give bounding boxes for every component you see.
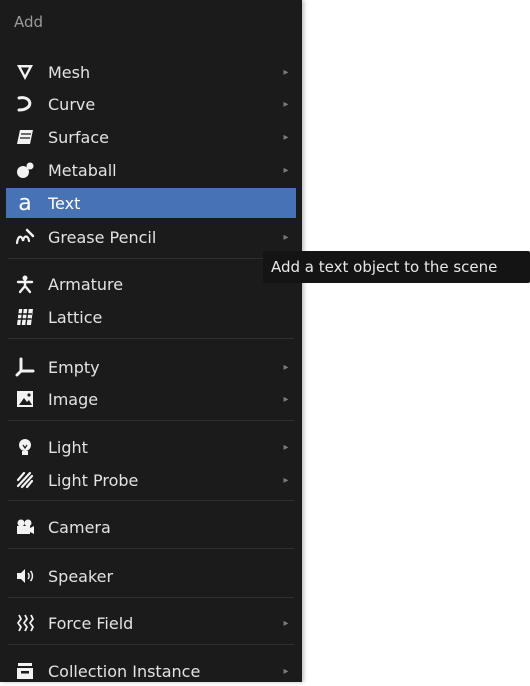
metaball-icon: [12, 157, 38, 183]
menu-item-label: Text: [48, 193, 81, 213]
submenu-arrow-icon: ▸: [283, 231, 289, 243]
menu-item-mesh[interactable]: Mesh ▸: [6, 57, 296, 87]
submenu-arrow-icon: ▸: [283, 66, 289, 78]
image-icon: [12, 386, 38, 412]
menu-item-label: Empty: [48, 357, 100, 377]
menu-item-label: Camera: [48, 517, 111, 537]
separator: [8, 548, 294, 549]
menu-item-label: Force Field: [48, 613, 134, 633]
menu-item-image[interactable]: Image ▸: [6, 384, 296, 414]
surface-icon: [12, 124, 38, 150]
light-icon: [12, 434, 38, 460]
menu-item-label: Collection Instance: [48, 661, 201, 681]
submenu-arrow-icon: ▸: [283, 441, 289, 453]
menu-item-armature[interactable]: Armature: [6, 269, 296, 299]
menu-item-text[interactable]: a Text: [6, 188, 296, 218]
menu-item-metaball[interactable]: Metaball ▸: [6, 155, 296, 185]
submenu-arrow-icon: ▸: [283, 131, 289, 143]
submenu-arrow-icon: ▸: [283, 617, 289, 629]
text-icon: a: [12, 190, 38, 216]
separator: [8, 338, 294, 339]
menu-item-light-probe[interactable]: Light Probe ▸: [6, 465, 296, 495]
menu-item-label: Grease Pencil: [48, 227, 157, 247]
menu-item-label: Lattice: [48, 307, 103, 327]
separator: [8, 420, 294, 421]
menu-item-speaker[interactable]: Speaker: [6, 561, 296, 591]
submenu-arrow-icon: ▸: [283, 665, 289, 677]
separator: [8, 500, 294, 501]
menu-item-label: Light: [48, 437, 88, 457]
submenu-arrow-icon: ▸: [283, 98, 289, 110]
menu-item-label: Speaker: [48, 566, 114, 586]
submenu-arrow-icon: ▸: [283, 164, 289, 176]
empty-icon: [12, 354, 38, 380]
menu-item-label: Surface: [48, 127, 109, 147]
collection-instance-icon: [12, 658, 38, 684]
menu-item-curve[interactable]: Curve ▸: [6, 89, 296, 119]
menu-item-force-field[interactable]: Force Field ▸: [6, 608, 296, 638]
menu-item-surface[interactable]: Surface ▸: [6, 122, 296, 152]
menu-item-label: Light Probe: [48, 470, 139, 490]
menu-item-label: Armature: [48, 274, 124, 294]
light-probe-icon: [12, 467, 38, 493]
speaker-icon: [12, 563, 38, 589]
menu-item-label: Image: [48, 389, 99, 409]
lattice-icon: [12, 304, 38, 330]
menu-item-light[interactable]: Light ▸: [6, 432, 296, 462]
separator: [8, 258, 294, 259]
grease-pencil-icon: [12, 224, 38, 250]
force-field-icon: [12, 610, 38, 636]
tooltip: Add a text object to the scene: [263, 251, 530, 283]
menu-item-lattice[interactable]: Lattice: [6, 302, 296, 332]
menu-title: Add: [14, 13, 44, 31]
separator: [8, 597, 294, 598]
menu-item-camera[interactable]: Camera: [6, 512, 296, 542]
menu-item-empty[interactable]: Empty ▸: [6, 352, 296, 382]
menu-item-label: Mesh: [48, 62, 91, 82]
separator: [8, 644, 294, 645]
camera-icon: [12, 514, 38, 540]
menu-item-label: Curve: [48, 94, 96, 114]
submenu-arrow-icon: ▸: [283, 474, 289, 486]
add-menu: Add Mesh ▸ Curve ▸ Surface ▸ Metaball ▸ …: [0, 0, 302, 682]
menu-item-label: Metaball: [48, 160, 117, 180]
mesh-icon: [12, 59, 38, 85]
curve-icon: [12, 91, 38, 117]
menu-item-grease-pencil[interactable]: Grease Pencil ▸: [6, 222, 296, 252]
armature-icon: [12, 271, 38, 297]
submenu-arrow-icon: ▸: [283, 361, 289, 373]
submenu-arrow-icon: ▸: [283, 393, 289, 405]
svg-text:a: a: [18, 192, 31, 214]
